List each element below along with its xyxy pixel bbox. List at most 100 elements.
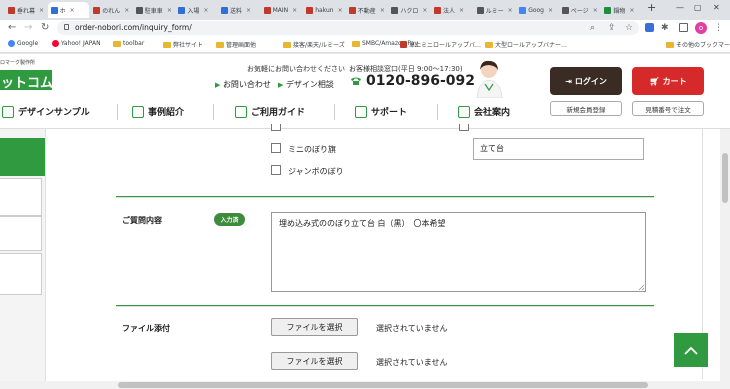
browser-tab[interactable]: 不動産 × <box>346 2 388 18</box>
tab-close-icon[interactable]: × <box>593 7 598 14</box>
other-bookmarks[interactable]: その他のブックマーク <box>666 40 730 49</box>
reload-icon[interactable]: ↻ <box>41 22 49 34</box>
cart-button[interactable]: 🛒︎ カート <box>632 67 704 95</box>
checkbox[interactable] <box>459 124 469 131</box>
tab-close-icon[interactable]: × <box>548 7 553 14</box>
browser-tab[interactable]: 法人 × <box>431 2 473 18</box>
forward-icon[interactable]: → <box>24 22 32 34</box>
bookmark-item[interactable]: 管理画面他 <box>216 40 256 49</box>
file-select-button-1[interactable]: ファイルを選択 <box>271 318 358 336</box>
header-top-border <box>0 53 730 54</box>
tab-close-icon[interactable]: × <box>459 7 464 14</box>
tab-close-icon[interactable]: × <box>167 7 172 14</box>
arrow-right-icon: ▶ <box>215 81 221 89</box>
nav-case-studies[interactable]: 事例紹介 <box>132 105 184 118</box>
nav-support[interactable]: サポート <box>355 105 407 118</box>
browser-tab[interactable]: 鍋物 × <box>601 2 643 18</box>
file-select-button-2[interactable]: ファイルを選択 <box>271 352 358 370</box>
checkbox[interactable] <box>271 124 281 131</box>
login-button[interactable]: ⇥ ログイン <box>550 67 622 95</box>
url-text[interactable]: order-nobori.com/inquiry_form/ <box>75 23 192 32</box>
bookmark-item[interactable]: Google <box>8 40 38 47</box>
estimate-order-button[interactable]: 見積番号で注文 <box>632 101 704 116</box>
tab-close-icon[interactable]: × <box>203 7 208 14</box>
browser-tab[interactable]: 垂れ幕 × <box>5 2 47 18</box>
tab-close-icon[interactable]: × <box>508 7 513 14</box>
tab-close-icon[interactable]: × <box>70 7 75 14</box>
tab-label: のれん <box>102 7 121 15</box>
page-top-button[interactable] <box>674 333 708 367</box>
bookmark-item[interactable]: 大型ロールアップバナー… <box>485 40 567 49</box>
browser-tab[interactable]: 送料 × <box>218 2 260 18</box>
tab-close-icon[interactable]: × <box>380 7 385 14</box>
design-consult-link[interactable]: ▶ デザイン相談 <box>278 79 334 90</box>
resize-handle-icon[interactable] <box>638 284 645 291</box>
sidebar-item[interactable] <box>0 216 42 251</box>
tab-close-icon[interactable]: × <box>39 7 44 14</box>
bookmark-item[interactable]: 接客/楽天/ルミーズ <box>283 40 345 49</box>
browser-tab[interactable]: MAIN × <box>261 2 303 18</box>
extension-icon[interactable] <box>645 23 654 32</box>
sidebar-active-item[interactable] <box>0 138 45 176</box>
tab-label: ルミー <box>485 7 504 15</box>
profile-avatar[interactable]: o <box>695 22 707 34</box>
maximize-icon[interactable]: ▢ <box>694 3 702 12</box>
entered-badge: 入力済 <box>214 213 245 226</box>
bookmark-star-icon[interactable]: ☆ <box>625 22 633 34</box>
stand-input[interactable]: 立て台 <box>473 138 644 160</box>
side-panel-icon[interactable] <box>679 23 688 32</box>
bookmark-item[interactable]: 卓上ミニロールアップバ… <box>400 40 481 49</box>
login-label: ログイン <box>574 76 607 86</box>
browser-tab[interactable]: hakun × <box>303 2 345 18</box>
browser-tab[interactable]: ルミー × <box>474 2 516 18</box>
tab-close-icon[interactable]: × <box>422 7 427 14</box>
bookmark-item[interactable]: toolbar <box>113 40 144 47</box>
tab-favicon-icon <box>50 6 58 14</box>
zoom-icon[interactable]: ⌕ <box>590 22 595 34</box>
share-icon[interactable]: ⇪ <box>608 22 616 34</box>
minimize-icon[interactable]: — <box>676 3 684 12</box>
question-textarea[interactable]: 埋め込み式ののぼり立て台 白（黒） 〇本希望 <box>271 212 646 292</box>
browser-tab[interactable]: ハクロ × <box>388 2 430 18</box>
nav-company[interactable]: 会社案内 <box>458 105 510 118</box>
nav-label: 会社案内 <box>474 108 511 118</box>
phone-icon <box>351 77 361 85</box>
tab-close-icon[interactable]: × <box>124 7 129 14</box>
nav-divider <box>437 104 438 120</box>
tab-close-icon[interactable]: × <box>629 7 634 14</box>
checkbox-jumbo-nobori[interactable] <box>271 165 281 175</box>
guide-icon <box>235 105 247 118</box>
bookmark-item[interactable]: Yahoo! JAPAN <box>52 40 101 47</box>
vertical-scroll-thumb[interactable] <box>722 153 728 203</box>
browser-tab[interactable]: 入場 × <box>175 2 217 18</box>
menu-icon[interactable]: ⋮ <box>714 22 723 34</box>
browser-tab[interactable]: ホ × <box>47 2 90 18</box>
tab-favicon-icon <box>348 6 356 14</box>
nav-design-samples[interactable]: デザインサンプル <box>2 105 90 118</box>
browser-tab[interactable]: ページ × <box>559 2 601 18</box>
nav-divider <box>213 104 214 120</box>
extensions-puzzle-icon[interactable]: ✱ <box>661 22 669 34</box>
horizontal-scroll-thumb[interactable] <box>118 382 648 388</box>
back-icon[interactable]: ← <box>8 22 16 34</box>
bookmark-item[interactable]: 弊社サイト <box>163 40 203 49</box>
register-button[interactable]: 新規会員登録 <box>550 101 622 116</box>
nav-usage-guide[interactable]: ご利用ガイド <box>235 105 305 118</box>
sidebar-item[interactable] <box>0 253 42 295</box>
tab-close-icon[interactable]: × <box>292 7 297 14</box>
tab-favicon-icon <box>476 6 484 14</box>
site-logo-text[interactable]: ットコム <box>1 72 53 91</box>
browser-tab[interactable]: Goog × <box>516 2 558 18</box>
tab-close-icon[interactable]: × <box>246 7 251 14</box>
checkbox-mini-nobori[interactable] <box>271 143 281 153</box>
attach-label: ファイル添付 <box>122 324 170 333</box>
folder-icon <box>352 40 360 47</box>
inquiry-link[interactable]: ▶ お問い合わせ <box>215 79 271 90</box>
tab-close-icon[interactable]: × <box>338 7 343 14</box>
sidebar-item[interactable] <box>0 178 42 216</box>
close-window-icon[interactable]: ✕ <box>713 3 720 12</box>
phone-number[interactable]: 0120-896-092 <box>366 73 475 89</box>
new-tab-button[interactable]: + <box>647 1 656 14</box>
browser-tab[interactable]: 駐車車 × <box>133 2 175 18</box>
browser-tab[interactable]: のれん × <box>90 2 132 18</box>
